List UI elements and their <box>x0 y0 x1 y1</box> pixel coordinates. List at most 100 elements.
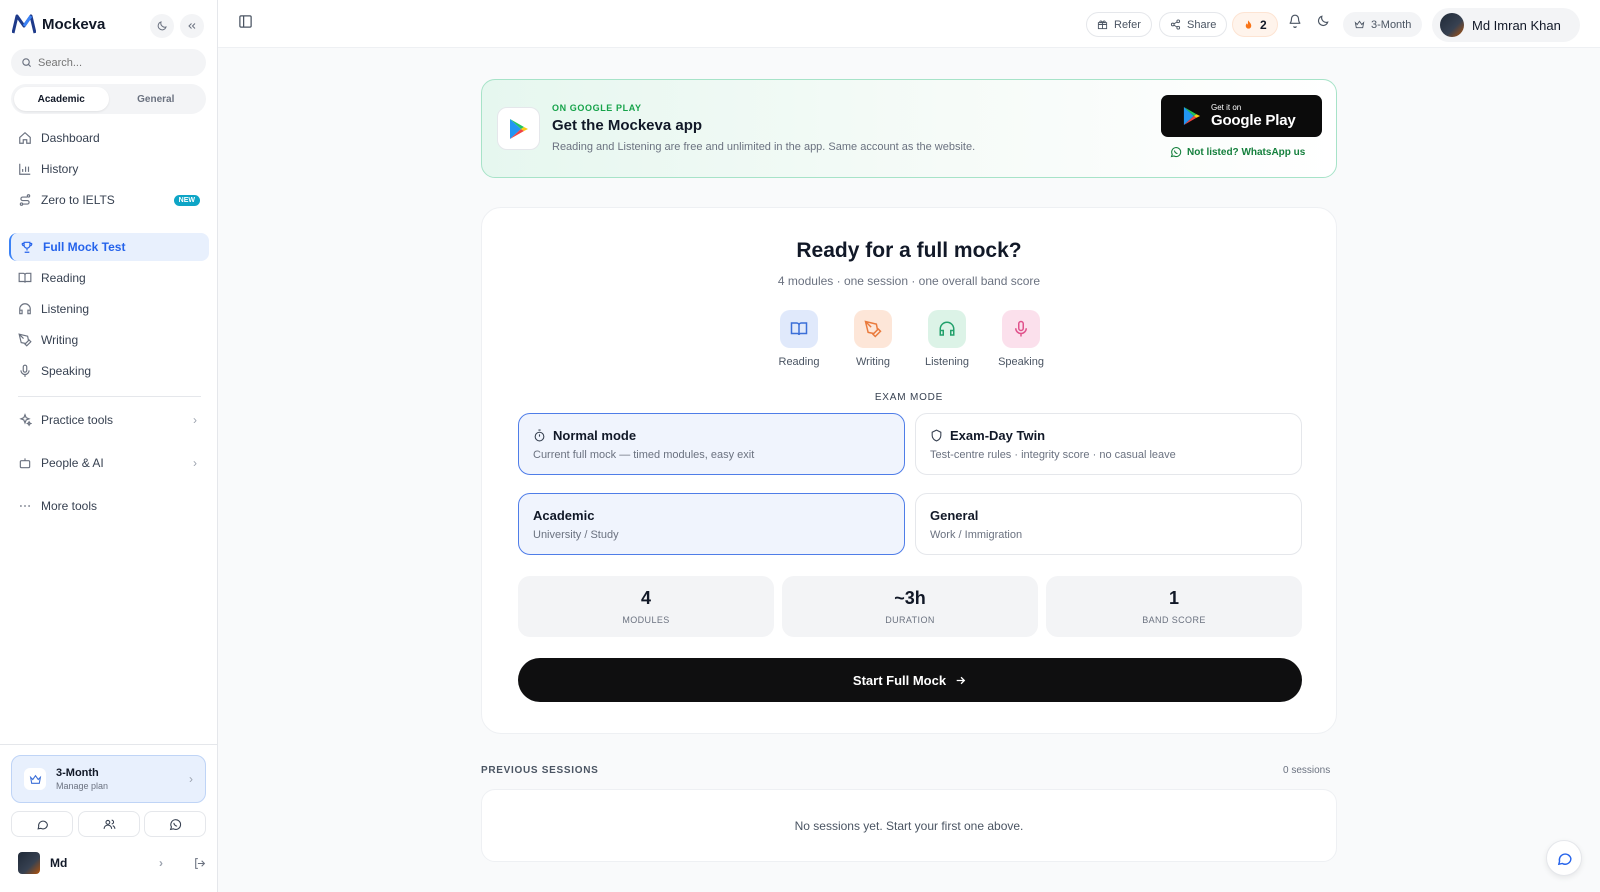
sidebar-item-label: Writing <box>41 333 79 347</box>
stat-duration: ~3h DURATION <box>782 576 1038 637</box>
stat-value: 4 <box>640 588 651 608</box>
home-icon <box>18 131 32 145</box>
toggle-panel-button[interactable] <box>238 14 253 29</box>
plan-card[interactable]: 3-Month Manage plan › <box>11 755 206 803</box>
theme-toggle-button[interactable] <box>150 14 174 38</box>
option-title: Normal mode <box>533 428 890 443</box>
arrow-right-icon <box>954 674 967 687</box>
route-icon <box>18 193 32 207</box>
module-speaking: Speaking <box>986 310 1056 368</box>
brand-name: Mockeva <box>42 15 106 33</box>
sidebar-divider <box>18 396 201 397</box>
mode-option-normal[interactable]: Normal mode Current full mock — timed mo… <box>518 413 905 475</box>
start-full-mock-button[interactable]: Start Full Mock <box>518 658 1302 702</box>
logout-icon[interactable] <box>193 857 206 870</box>
plan-chip[interactable]: 3-Month <box>1343 12 1423 37</box>
sidebar-item-writing[interactable]: Writing <box>9 326 209 354</box>
pen-icon <box>864 320 882 338</box>
sidebar-item-reading[interactable]: Reading <box>9 264 209 292</box>
plan-text: 3-Month Manage plan <box>56 767 108 791</box>
stat-label: MODULES <box>622 615 670 625</box>
streak-count: 2 <box>1260 17 1267 32</box>
whatsapp-button[interactable] <box>144 811 206 837</box>
sidebar-item-dashboard[interactable]: Dashboard <box>9 124 209 152</box>
book-icon <box>790 320 808 338</box>
notifications-button[interactable] <box>1288 14 1302 28</box>
search-box[interactable] <box>11 49 206 76</box>
sidebar-footer-divider <box>0 744 218 745</box>
fire-icon <box>1243 19 1254 31</box>
track-option-general[interactable]: General Work / Immigration <box>915 493 1302 555</box>
google-play-icon <box>1183 106 1201 126</box>
option-subtitle: Work / Immigration <box>930 529 1023 541</box>
card-title: Ready for a full mock? <box>796 239 1022 262</box>
full-mock-card: Ready for a full mock? 4 modules · one s… <box>481 207 1337 734</box>
previous-sessions-count: 0 sessions <box>1283 765 1331 776</box>
option-title: General <box>930 508 979 523</box>
segment-general[interactable]: General <box>109 87 204 111</box>
stat-value: ~3h <box>894 588 926 608</box>
option-title-text: Exam-Day Twin <box>950 428 1046 443</box>
share-icon <box>1170 19 1181 30</box>
module-writing: Writing <box>838 310 908 368</box>
sidebar-item-people-ai[interactable]: People & AI › <box>9 449 209 477</box>
sidebar-item-history[interactable]: History <box>9 155 209 183</box>
sidebar-item-more-tools[interactable]: More tools <box>9 492 209 520</box>
sidebar-user[interactable]: Md › <box>18 852 206 874</box>
sidebar-item-speaking[interactable]: Speaking <box>9 357 209 385</box>
crown-icon <box>1354 19 1365 30</box>
theme-toggle-button[interactable] <box>1316 14 1330 28</box>
banner-title: Get the Mockeva app <box>552 117 703 134</box>
sidebar-item-label: More tools <box>41 499 98 513</box>
banner-subtitle: Reading and Listening are free and unlim… <box>552 141 976 153</box>
topbar: Refer Share 2 3-Month Md Imran Khan <box>218 0 1600 48</box>
sidebar-item-label: Speaking <box>41 364 92 378</box>
gift-icon <box>1097 19 1108 30</box>
stat-modules: 4 MODULES <box>518 576 774 637</box>
sidebar-item-label: Listening <box>41 302 90 316</box>
streak-badge[interactable]: 2 <box>1232 12 1278 37</box>
community-button[interactable] <box>78 811 140 837</box>
support-chat-button[interactable] <box>1546 840 1582 876</box>
mode-option-exam-day-twin[interactable]: Exam-Day Twin Test-centre rules · integr… <box>915 413 1302 475</box>
sidebar-item-practice-tools[interactable]: Practice tools › <box>9 406 209 434</box>
refer-button[interactable]: Refer <box>1086 12 1152 37</box>
chevron-right-icon: › <box>193 456 197 470</box>
sidebar-item-label: Zero to IELTS <box>41 193 115 207</box>
track-option-academic[interactable]: Academic University / Study <box>518 493 905 555</box>
option-title-text: Normal mode <box>553 428 637 443</box>
option-subtitle: Test-centre rules · integrity score · no… <box>930 449 1176 461</box>
users-icon <box>103 818 116 831</box>
sidebar-item-zero-to-ielts[interactable]: Zero to IELTS NEW <box>9 186 209 214</box>
previous-sessions-empty-state: No sessions yet. Start your first one ab… <box>481 789 1337 862</box>
search-icon <box>21 57 32 68</box>
whatsapp-link-label: Not listed? WhatsApp us <box>1187 146 1306 158</box>
stat-band-score: 1 BAND SCORE <box>1046 576 1302 637</box>
sidebar-user-name: Md <box>50 856 68 870</box>
chevron-right-icon: › <box>189 772 193 786</box>
whatsapp-icon <box>1170 146 1182 158</box>
stat-label: BAND SCORE <box>1142 615 1206 625</box>
avatar <box>1440 13 1464 37</box>
segment-academic[interactable]: Academic <box>14 87 109 111</box>
sidebar-item-full-mock-test[interactable]: Full Mock Test <box>9 233 209 261</box>
collapse-sidebar-button[interactable] <box>180 14 204 38</box>
sidebar-item-listening[interactable]: Listening <box>9 295 209 323</box>
sparkles-icon <box>18 413 32 427</box>
chat-icon <box>36 818 49 831</box>
previous-sessions-label: PREVIOUS SESSIONS <box>481 765 599 776</box>
user-menu-button[interactable]: Md Imran Khan <box>1432 8 1580 42</box>
brand[interactable]: Mockeva <box>12 14 105 34</box>
chat-button[interactable] <box>11 811 73 837</box>
search-input[interactable] <box>38 56 198 69</box>
option-title: Academic <box>533 508 595 523</box>
whatsapp-link[interactable]: Not listed? WhatsApp us <box>1170 146 1305 158</box>
google-play-tile <box>497 107 540 150</box>
get-it-on-google-play-button[interactable]: Get it on Google Play <box>1161 95 1322 137</box>
module-label: Writing <box>855 356 891 368</box>
new-badge: NEW <box>173 194 200 206</box>
book-icon <box>18 271 32 285</box>
sidebar: Mockeva Academic General Dashboard Histo… <box>0 0 218 892</box>
module-label: Listening <box>924 356 970 368</box>
share-button[interactable]: Share <box>1159 12 1228 37</box>
